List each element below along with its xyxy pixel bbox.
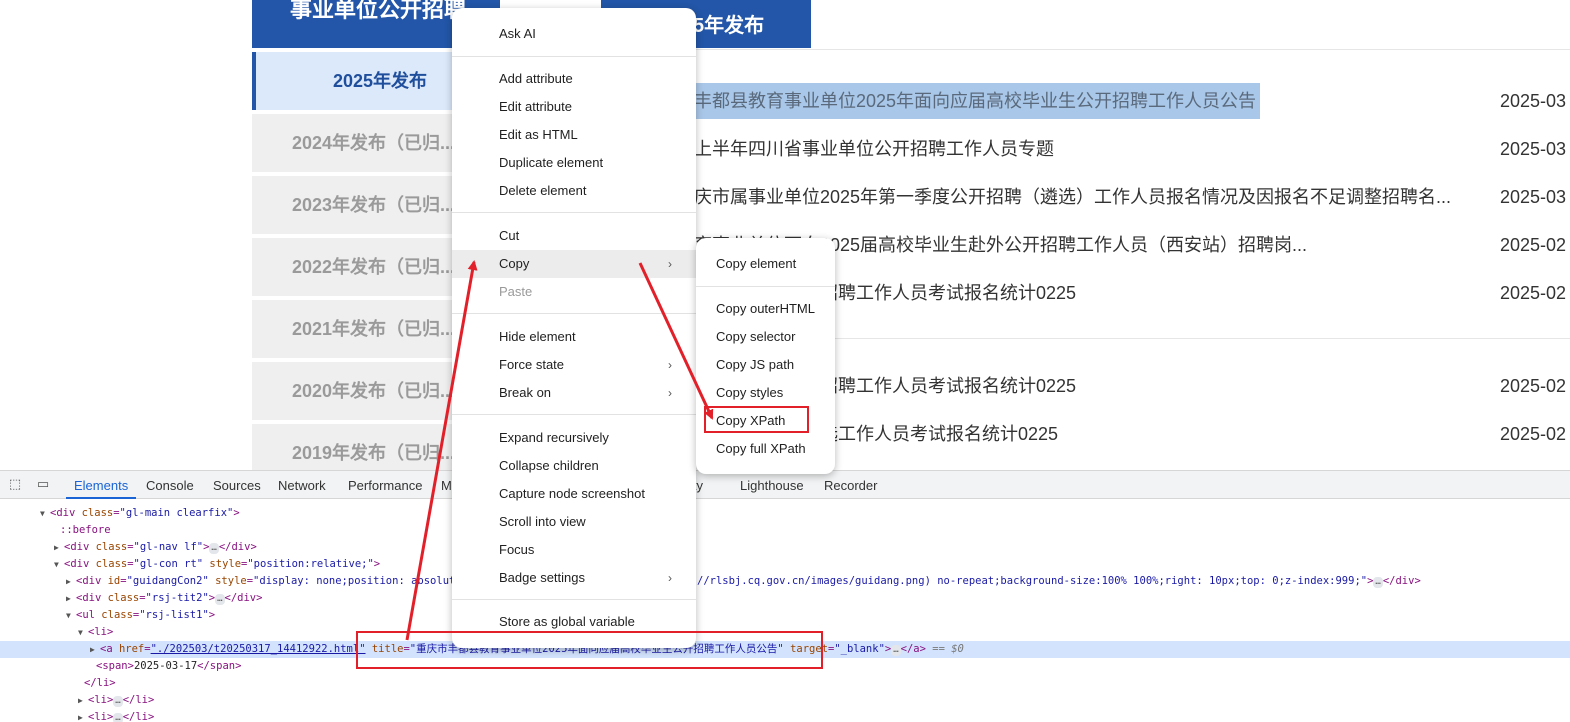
annotation-arrows	[405, 260, 714, 641]
arrow-to-copy-xpath	[638, 262, 714, 420]
arrow-to-copy	[405, 260, 478, 641]
